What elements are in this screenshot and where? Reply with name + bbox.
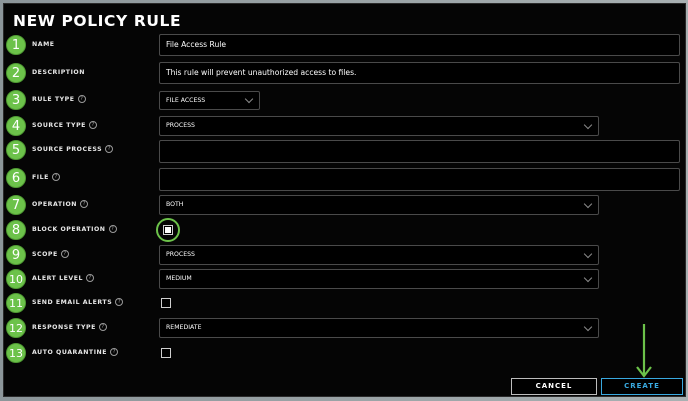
help-icon[interactable]: ? xyxy=(110,348,119,356)
row-name: 1 NAME File Access Rule xyxy=(4,33,687,57)
row-alert-level: 10 ALERT LEVEL? MEDIUM xyxy=(4,267,687,291)
row-file: 6 FILE? xyxy=(4,166,687,191)
alert-level-label: ALERT LEVEL? xyxy=(32,267,94,291)
name-input[interactable]: File Access Rule xyxy=(159,34,680,56)
auto-quarantine-label: AUTO QUARANTINE? xyxy=(32,341,119,365)
row-rule-type: 3 RULE TYPE? FILE ACCESS xyxy=(4,88,687,112)
step-badge: 11 xyxy=(6,293,26,313)
file-input[interactable] xyxy=(159,168,680,191)
step-badge: 5 xyxy=(6,140,26,160)
row-scope: 9 SCOPE? PROCESS xyxy=(4,243,687,267)
help-icon[interactable]: ? xyxy=(51,173,60,181)
rule-type-label: RULE TYPE? xyxy=(32,88,86,112)
chevron-down-icon xyxy=(583,273,593,283)
row-source-process: 5 SOURCE PROCESS? xyxy=(4,138,687,163)
response-type-select[interactable]: REMEDIATE xyxy=(159,318,599,338)
row-block-operation: 8 BLOCK OPERATION? xyxy=(4,218,687,242)
block-operation-label: BLOCK OPERATION? xyxy=(32,218,117,242)
step-badge: 10 xyxy=(6,269,26,289)
send-email-alerts-checkbox[interactable] xyxy=(161,298,171,308)
row-operation: 7 OPERATION? BOTH xyxy=(4,193,687,217)
chevron-down-icon xyxy=(583,249,593,259)
arrow-down-icon xyxy=(636,324,652,378)
scope-value: PROCESS xyxy=(166,251,195,258)
help-icon[interactable]: ? xyxy=(105,145,114,153)
file-label: FILE? xyxy=(32,166,60,190)
source-type-value: PROCESS xyxy=(166,122,195,129)
source-process-label: SOURCE PROCESS? xyxy=(32,138,114,162)
alert-level-value: MEDIUM xyxy=(166,275,192,282)
step-badge: 2 xyxy=(6,63,26,83)
step-badge: 8 xyxy=(6,220,26,240)
row-send-email-alerts: 11 SEND EMAIL ALERTS? xyxy=(4,291,687,315)
auto-quarantine-checkbox[interactable] xyxy=(161,348,171,358)
row-description: 2 DESCRIPTION This rule will prevent una… xyxy=(4,61,687,85)
new-policy-rule-dialog: NEW POLICY RULE 1 NAME File Access Rule … xyxy=(3,3,686,397)
source-type-select[interactable]: PROCESS xyxy=(159,116,599,136)
step-badge: 7 xyxy=(6,195,26,215)
step-badge: 13 xyxy=(6,343,26,363)
help-icon[interactable]: ? xyxy=(115,298,124,306)
help-icon[interactable]: ? xyxy=(77,95,86,103)
step-badge: 1 xyxy=(6,35,26,55)
rule-type-value: FILE ACCESS xyxy=(166,97,206,104)
help-icon[interactable]: ? xyxy=(88,121,97,129)
step-badge: 6 xyxy=(6,168,26,188)
rule-type-select[interactable]: FILE ACCESS xyxy=(159,91,260,110)
description-input[interactable]: This rule will prevent unauthorized acce… xyxy=(159,62,680,84)
name-label: NAME xyxy=(32,41,55,48)
row-source-type: 4 SOURCE TYPE? PROCESS xyxy=(4,114,687,138)
block-operation-checkbox[interactable] xyxy=(163,225,173,235)
alert-level-select[interactable]: MEDIUM xyxy=(159,269,599,289)
scope-select[interactable]: PROCESS xyxy=(159,245,599,265)
chevron-down-icon xyxy=(244,94,254,104)
checkbox-checked-mark xyxy=(165,227,171,233)
row-response-type: 12 RESPONSE TYPE? REMEDIATE xyxy=(4,316,687,340)
chevron-down-icon xyxy=(583,322,593,332)
description-label: DESCRIPTION xyxy=(32,69,85,76)
dialog-title: NEW POLICY RULE xyxy=(13,12,182,30)
chevron-down-icon xyxy=(583,120,593,130)
response-type-label: RESPONSE TYPE? xyxy=(32,316,107,340)
send-email-alerts-label: SEND EMAIL ALERTS? xyxy=(32,291,124,315)
help-icon[interactable]: ? xyxy=(80,200,89,208)
row-auto-quarantine: 13 AUTO QUARANTINE? xyxy=(4,341,687,365)
step-badge: 12 xyxy=(6,318,26,338)
help-icon[interactable]: ? xyxy=(86,274,94,282)
scope-label: SCOPE? xyxy=(32,243,69,267)
step-badge: 3 xyxy=(6,90,26,110)
step-badge: 4 xyxy=(6,116,26,136)
help-icon[interactable]: ? xyxy=(60,250,69,258)
source-process-input[interactable] xyxy=(159,140,680,163)
operation-value: BOTH xyxy=(166,201,184,208)
operation-select[interactable]: BOTH xyxy=(159,195,599,215)
response-type-value: REMEDIATE xyxy=(166,324,202,331)
source-type-label: SOURCE TYPE? xyxy=(32,114,97,138)
help-icon[interactable]: ? xyxy=(108,225,117,233)
operation-label: OPERATION? xyxy=(32,193,89,217)
cancel-button[interactable]: CANCEL xyxy=(511,378,597,395)
step-badge: 9 xyxy=(6,245,26,265)
help-icon[interactable]: ? xyxy=(98,323,107,331)
chevron-down-icon xyxy=(583,199,593,209)
